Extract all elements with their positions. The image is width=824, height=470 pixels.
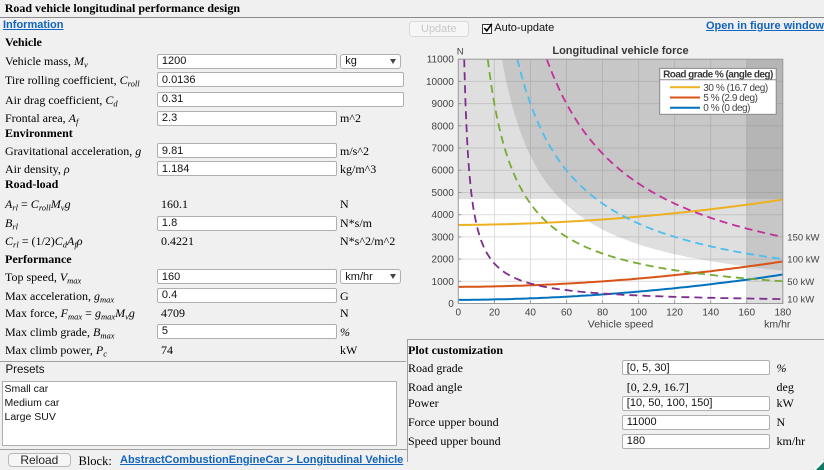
svg-text:4000: 4000 — [432, 210, 455, 221]
svg-text:0: 0 — [448, 299, 454, 310]
svg-text:140: 140 — [702, 308, 719, 319]
svg-text:100: 100 — [630, 308, 647, 319]
svg-text:11000: 11000 — [427, 55, 455, 66]
svg-text:40: 40 — [525, 308, 537, 319]
svg-text:120: 120 — [666, 308, 683, 319]
svg-text:N: N — [457, 47, 464, 58]
svg-text:180: 180 — [774, 308, 791, 319]
svg-text:Vehicle speed: Vehicle speed — [588, 319, 654, 331]
svg-text:8000: 8000 — [432, 121, 455, 132]
svg-text:50 kW: 50 kW — [787, 277, 814, 288]
svg-text:0: 0 — [456, 308, 462, 319]
svg-text:1000: 1000 — [432, 277, 455, 288]
svg-text:5000: 5000 — [432, 188, 455, 199]
svg-text:80: 80 — [597, 308, 609, 319]
svg-text:3000: 3000 — [432, 232, 455, 243]
svg-text:6000: 6000 — [432, 166, 455, 177]
svg-text:2000: 2000 — [432, 255, 455, 266]
svg-text:10 kW: 10 kW — [787, 295, 814, 306]
svg-text:Longitudinal vehicle force: Longitudinal vehicle force — [552, 45, 688, 57]
svg-text:100 kW: 100 kW — [787, 255, 819, 266]
svg-text:Road grade % (angle deg): Road grade % (angle deg) — [663, 70, 773, 81]
svg-text:0 % (0 deg): 0 % (0 deg) — [703, 103, 750, 114]
svg-text:7000: 7000 — [432, 144, 455, 155]
svg-text:10000: 10000 — [426, 77, 454, 88]
svg-text:150 kW: 150 kW — [787, 232, 819, 243]
svg-text:160: 160 — [738, 308, 755, 319]
svg-text:60: 60 — [561, 308, 573, 319]
svg-text:km/hr: km/hr — [764, 319, 791, 331]
svg-text:9000: 9000 — [432, 99, 455, 110]
svg-text:20: 20 — [489, 308, 501, 319]
